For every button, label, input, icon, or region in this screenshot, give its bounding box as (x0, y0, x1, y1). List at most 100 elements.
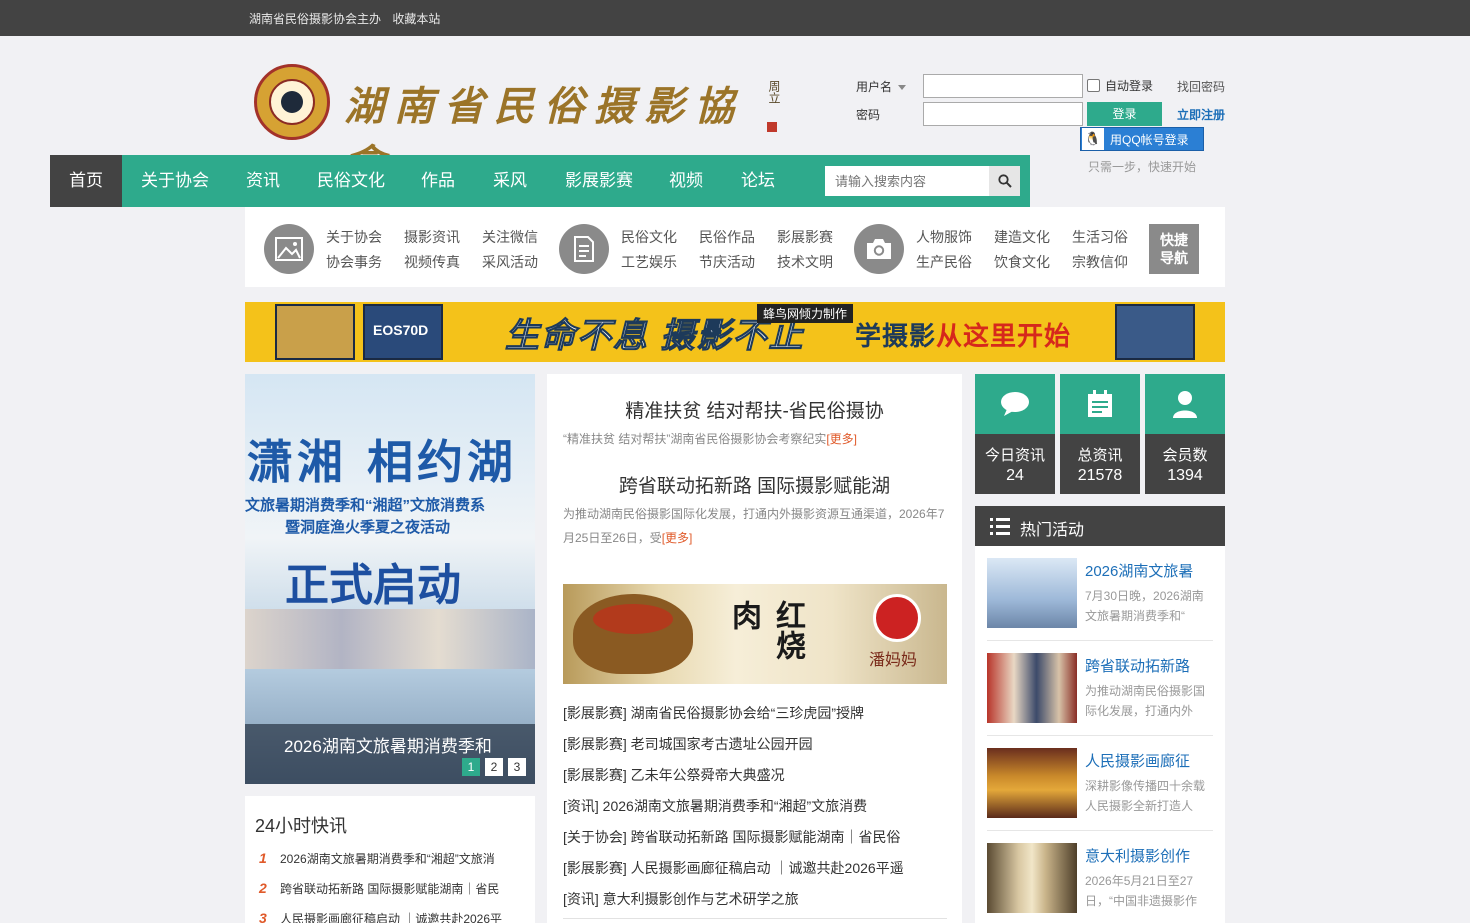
quick-link-folk-culture[interactable]: 民俗文化 (621, 227, 677, 247)
quick-link-crafts[interactable]: 工艺娱乐 (621, 252, 677, 272)
nav-home[interactable]: 首页 (50, 155, 122, 207)
food-ad-image[interactable]: 红烧肉 潘妈妈 (563, 584, 947, 684)
hot-activity-item[interactable]: 2026湖南文旅暑 7月30日晚，2026湖南文旅暑期消费季和“ (987, 546, 1213, 641)
activity-desc: 7月30日晚，2026湖南文旅暑期消费季和“ (1085, 589, 1204, 623)
auto-login-label: 自动登录 (1105, 79, 1154, 93)
calendar-icon (1060, 374, 1140, 434)
qq-penguin-icon: 🐧 (1082, 128, 1104, 150)
quick-link-photo-news[interactable]: 摄影资讯 (404, 227, 460, 247)
host-label: 湖南省民俗摄影协会主办 (249, 12, 382, 26)
nav-videos[interactable]: 视频 (669, 155, 703, 207)
stat-total-news: 总资讯 21578 (1060, 374, 1140, 494)
activity-desc: 2026年5月21日至27日，“中国非遗摄影作 (1085, 874, 1197, 908)
quick-nav: 关于协会 摄影资讯 关注微信 协会事务 视频传真 采风活动 民俗文化 民俗作品 … (245, 207, 1225, 287)
headline-title[interactable]: 精准扶贫 结对帮扶-省民俗摄协 (547, 396, 962, 423)
quick-link-costume[interactable]: 人物服饰 (916, 227, 972, 247)
photo-slideshow[interactable]: 潇湘 相约湖 文旅暑期消费季和“湘超”文旅消费系 暨洞庭渔火季夏之夜活动 正式启… (245, 374, 535, 784)
quick-link-architecture[interactable]: 建造文化 (994, 227, 1050, 247)
activity-thumbnail[interactable] (987, 748, 1077, 818)
flash-news-item[interactable]: 3 人民摄影画廊征稿启动 ｜诚邀共赴2026平 (259, 910, 502, 923)
news-list-item[interactable]: [影展影赛] 湖南省民俗摄影协会给“三珍虎园”授牌 (563, 703, 864, 723)
quick-link-food[interactable]: 饮食文化 (994, 252, 1050, 272)
news-list-item[interactable]: [影展影赛] 乙未年公祭舜帝大典盛况 (563, 765, 785, 785)
list-icon (990, 518, 1010, 535)
top-bar: 湖南省民俗摄影协会主办 收藏本站 (0, 0, 1470, 36)
nav-works[interactable]: 作品 (421, 155, 455, 207)
hot-activity-item[interactable]: 意大利摄影创作 2026年5月21日至27日，“中国非遗摄影作 (987, 831, 1213, 923)
headline-summary: “精准扶贫 结对帮扶”湖南省民俗摄影协会考察纪实[更多] (563, 432, 857, 446)
search-icon (997, 174, 1012, 188)
activity-thumbnail[interactable] (987, 558, 1077, 628)
image-icon (264, 224, 314, 274)
register-link[interactable]: 立即注册 (1177, 106, 1225, 123)
activity-title[interactable]: 意大利摄影创作 (1085, 845, 1190, 866)
search-button[interactable] (989, 166, 1020, 196)
quick-link-production[interactable]: 生产民俗 (916, 252, 972, 272)
red-stamp-icon (767, 122, 777, 132)
top-bar-text: 湖南省民俗摄影协会主办 收藏本站 (249, 10, 448, 27)
auto-login-checkbox[interactable]: 自动登录 (1087, 77, 1153, 94)
bookmark-link[interactable]: 收藏本站 (392, 12, 440, 26)
quick-link-field-trips[interactable]: 采风活动 (482, 252, 538, 272)
quick-link-about[interactable]: 关于协会 (326, 227, 382, 247)
ad-banner[interactable]: EOS70D 生命不息 摄影不止 蜂鸟网倾力制作 学摄影从这里开始 (245, 302, 1225, 362)
quick-link-affairs[interactable]: 协会事务 (326, 252, 382, 272)
slide-photo (245, 609, 535, 669)
book-image (1115, 304, 1195, 360)
banner-tag: 蜂鸟网倾力制作 (757, 304, 854, 323)
news-list-item[interactable]: [关于协会] 跨省联动拓新路 国际摄影赋能湖南｜省民俗 (563, 827, 901, 847)
stat-value: 24 (1006, 467, 1024, 484)
login-button[interactable]: 登录 (1087, 102, 1162, 126)
nav-field-trips[interactable]: 采风 (493, 155, 527, 207)
username-input[interactable] (923, 74, 1083, 98)
more-link[interactable]: [更多] (826, 432, 857, 446)
password-input[interactable] (923, 102, 1083, 126)
qq-login-button[interactable]: 🐧 用QQ帐号登录 (1080, 127, 1204, 151)
activity-thumbnail[interactable] (987, 843, 1077, 913)
headline-title[interactable]: 跨省联动拓新路 国际摄影赋能湖 (547, 471, 962, 498)
slide-image-text: 暨洞庭渔火季夏之夜活动 (285, 519, 451, 536)
quick-link-tech[interactable]: 技术文明 (777, 252, 833, 272)
quick-link-video[interactable]: 视频传真 (404, 252, 460, 272)
hot-activity-item[interactable]: 人民摄影画廊征 深耕影像传播四十余载人民摄影全新打造人 (987, 736, 1213, 831)
flash-news-item[interactable]: 1 2026湖南文旅暑期消费季和“湘超”文旅消 (259, 850, 495, 867)
nav-forum[interactable]: 论坛 (741, 155, 775, 207)
activity-desc: 为推动湖南民俗摄影国际化发展，打通内外 (1085, 684, 1206, 718)
nav-about[interactable]: 关于协会 (141, 155, 209, 207)
checkbox-icon[interactable] (1087, 79, 1100, 92)
nav-exhibitions[interactable]: 影展影赛 (565, 155, 633, 207)
search-box (825, 166, 1020, 196)
news-list-item[interactable]: [资讯] 2026湖南文旅暑期消费季和“湘超”文旅消费 (563, 796, 867, 816)
quick-nav-button[interactable]: 快捷 导航 (1149, 224, 1199, 274)
headline-panel: 精准扶贫 结对帮扶-省民俗摄协 “精准扶贫 结对帮扶”湖南省民俗摄影协会考察纪实… (547, 374, 962, 923)
news-list-item[interactable]: [影展影赛] 人民摄影画廊征稿启动 ｜诚邀共赴2026平遥 (563, 858, 904, 878)
quick-link-exhibitions[interactable]: 影展影赛 (777, 227, 833, 247)
slide-page-2[interactable]: 2 (485, 758, 503, 776)
username-label[interactable]: 用户名 (856, 78, 907, 95)
quick-link-customs[interactable]: 生活习俗 (1072, 227, 1128, 247)
more-link[interactable]: [更多] (662, 531, 693, 545)
quick-link-wechat[interactable]: 关注微信 (482, 227, 538, 247)
activity-title[interactable]: 2026湖南文旅暑 (1085, 560, 1193, 581)
login-hint: 只需一步，快速开始 (1088, 160, 1197, 174)
book-image (275, 304, 355, 360)
hot-activity-item[interactable]: 跨省联动拓新路 为推动湖南民俗摄影国际化发展，打通内外 (987, 641, 1213, 736)
ad-text: 红烧肉 (726, 600, 805, 660)
news-list-item[interactable]: [资讯] 意大利摄影创作与艺术研学之旅 (563, 889, 799, 909)
activity-thumbnail[interactable] (987, 653, 1077, 723)
activity-title[interactable]: 跨省联动拓新路 (1085, 655, 1190, 676)
find-password-link[interactable]: 找回密码 (1177, 78, 1225, 95)
search-input[interactable] (825, 166, 988, 196)
quick-link-festivals[interactable]: 节庆活动 (699, 252, 755, 272)
nav-folk-culture[interactable]: 民俗文化 (317, 155, 385, 207)
slide-caption[interactable]: 2026湖南文旅暑期消费季和 (284, 732, 492, 757)
quick-link-religion[interactable]: 宗教信仰 (1072, 252, 1128, 272)
nav-news[interactable]: 资讯 (246, 155, 280, 207)
flash-news-item[interactable]: 2 跨省联动拓新路 国际摄影赋能湖南｜省民 (259, 880, 499, 897)
news-list-item[interactable]: [影展影赛] 老司城国家考古遗址公园开园 (563, 734, 813, 754)
site-logo[interactable]: 湖南省民俗摄影協會 周立 (254, 64, 784, 188)
activity-title[interactable]: 人民摄影画廊征 (1085, 750, 1190, 771)
slide-page-1[interactable]: 1 (462, 758, 480, 776)
quick-link-folk-works[interactable]: 民俗作品 (699, 227, 755, 247)
slide-page-3[interactable]: 3 (508, 758, 526, 776)
